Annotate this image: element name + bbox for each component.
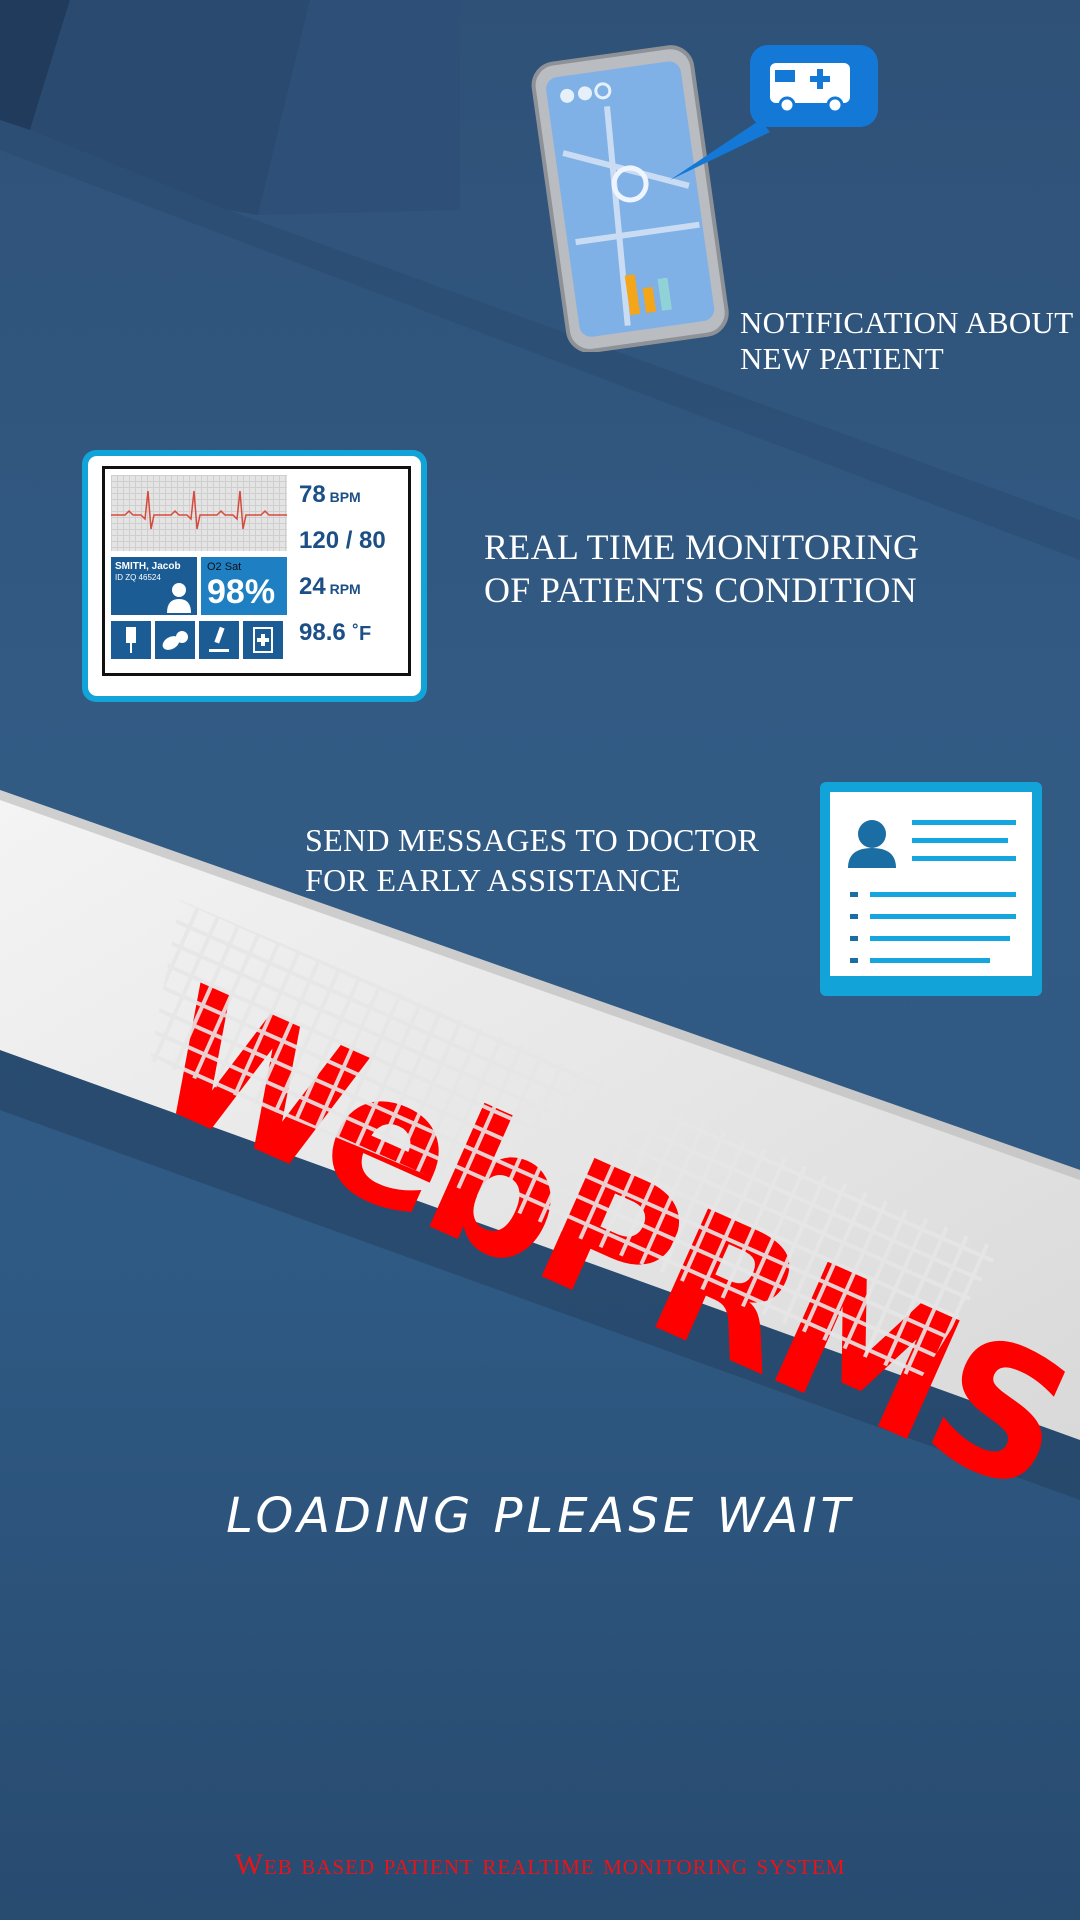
bubble-tail [670,120,770,180]
loading-status-text: LOADING PLEASE WAIT [226,1488,854,1544]
heart-rate-reading: 78 BPM [299,481,361,508]
record-card-body [830,792,1032,976]
iv-icon [111,621,151,659]
patient-name: SMITH, Jacob [115,561,181,572]
person-icon [167,583,191,613]
o2-value: 98% [207,573,276,611]
feature-messages-text: SEND MESSAGES TO DOCTOR FOR EARLY ASSIST… [305,822,760,898]
patient-monitor-illustration: SMITH, Jacob ID ZQ 46524 O2 Sat 98% 78 B… [82,450,427,702]
patient-record-card [820,782,1042,996]
pills-icon [155,621,195,659]
blood-pressure-reading: 120 / 80 [299,527,386,554]
tagline-text: Web based patient realtime monitoring sy… [234,1848,846,1881]
clipboard-icon [243,621,283,659]
feature-monitoring-text: REAL TIME MONITORING OF PATIENTS CONDITI… [484,527,920,610]
microscope-icon [199,621,239,659]
patient-id: ID ZQ 46524 [115,573,161,582]
monitor-screen: SMITH, Jacob ID ZQ 46524 O2 Sat 98% 78 B… [102,466,411,676]
resp-rate-reading: 24 RPM [299,573,361,600]
document-icon [848,820,1016,963]
o2-label: O2 Sat [207,561,242,573]
patient-info-tile: SMITH, Jacob ID ZQ 46524 [111,557,197,615]
feature-notification-text: NOTIFICATION ABOUT NEW PATIENT [740,305,1074,376]
ecg-wave [111,490,287,530]
ecg-graph [111,475,287,551]
o2-tile: O2 Sat 98% [201,557,287,615]
temperature-reading: 98.6 ˚F [299,619,372,646]
